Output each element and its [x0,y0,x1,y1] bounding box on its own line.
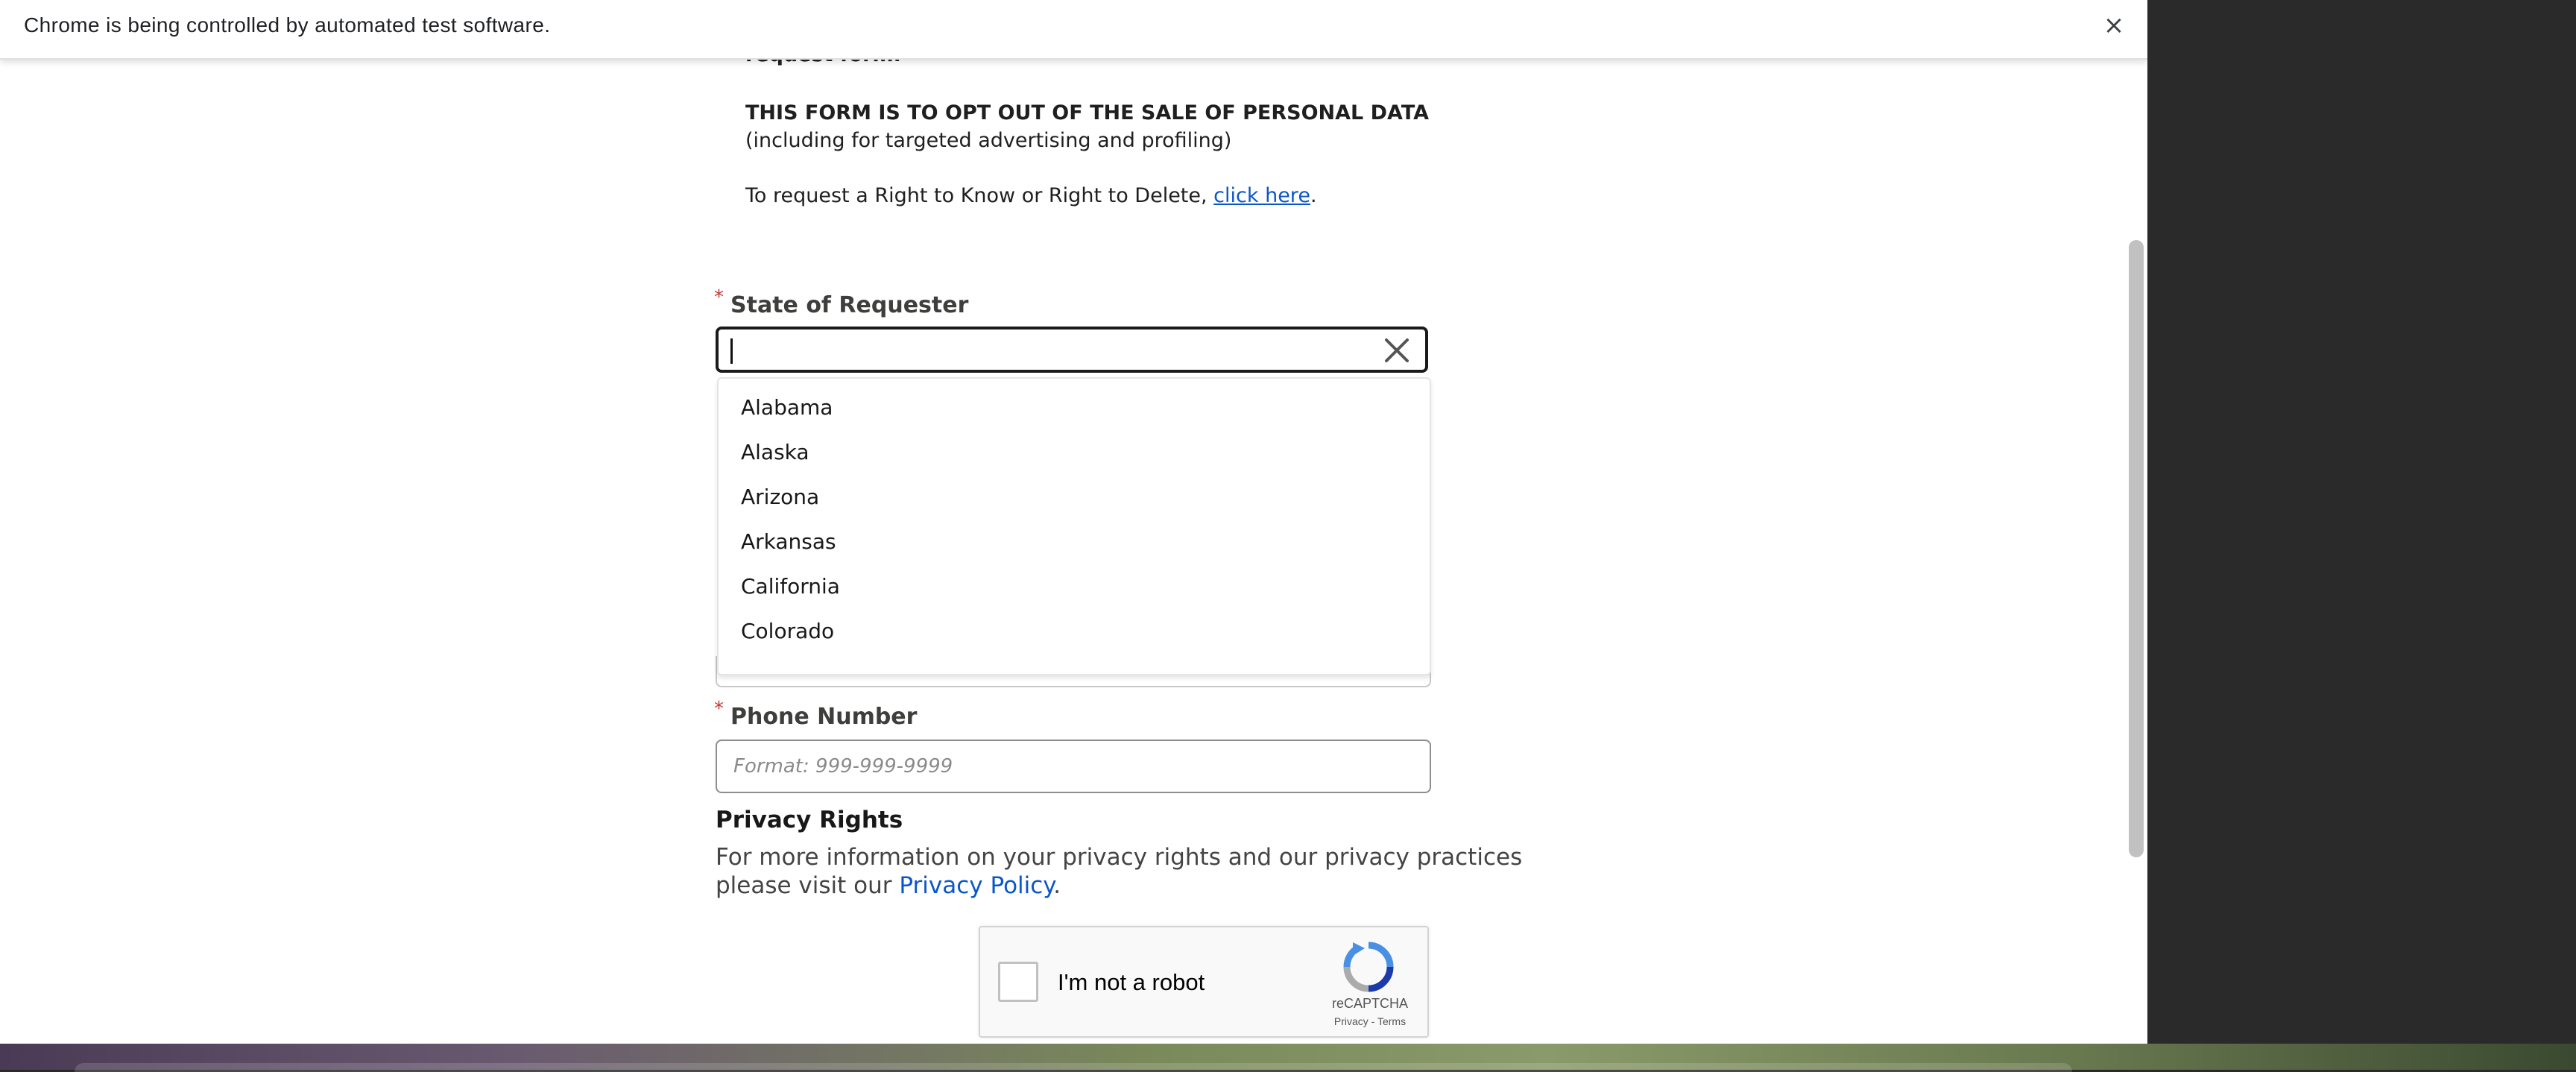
scrollbar-thumb[interactable] [2129,240,2144,857]
state-option-california[interactable]: California [741,574,840,599]
state-label: State of Requester [730,292,969,318]
privacy-line-1: For more information on your privacy rig… [716,844,1523,871]
privacy-line-2: please visit our Privacy Policy. [716,872,1061,899]
recaptcha-terms-link[interactable]: Terms [1377,1015,1406,1027]
state-option-colorado[interactable]: Colorado [741,619,834,643]
request-suffix: . [1310,184,1317,207]
recaptcha-terms: Privacy - Terms [1322,1015,1418,1027]
recaptcha-checkbox[interactable] [998,962,1038,1002]
phone-label: Phone Number [730,704,918,730]
privacy-rights-title: Privacy Rights [716,807,903,833]
state-option-alaska[interactable]: Alaska [741,440,809,464]
automation-infobar: Chrome is being controlled by automated … [0,0,2147,60]
state-combobox[interactable] [716,327,1428,373]
state-option-arizona[interactable]: Arizona [741,485,819,509]
privacy-policy-link[interactable]: Privacy Policy [899,872,1053,899]
request-prefix: To request a Right to Know or Right to D… [745,184,1214,207]
recaptcha-brand: reCAPTCHA [1331,996,1408,1011]
state-option-alabama[interactable]: Alabama [741,395,833,420]
privacy-line-suffix: . [1053,872,1061,899]
state-option-arkansas[interactable]: Arkansas [741,529,836,554]
required-marker: * [714,698,724,720]
clear-icon[interactable] [1382,335,1412,365]
recaptcha-separator: - [1368,1015,1377,1027]
request-line: To request a Right to Know or Right to D… [745,184,1317,207]
optout-subtext: (including for targeted advertising and … [745,129,1232,152]
infobar-message: Chrome is being controlled by automated … [24,13,551,37]
close-icon[interactable]: × [2100,12,2127,39]
text-cursor [730,338,733,364]
page-content: request form. THIS FORM IS TO OPT OUT OF… [0,0,2147,1062]
recaptcha-privacy-link[interactable]: Privacy [1334,1015,1368,1027]
phone-input[interactable] [716,740,1431,793]
browser-window: request form. THIS FORM IS TO OPT OUT OF… [0,0,2147,1062]
recaptcha-logo-icon [1342,941,1395,993]
required-marker: * [714,286,724,309]
click-here-link[interactable]: click here [1213,184,1310,207]
state-options-listbox: Alabama Alaska Arizona Arkansas Californ… [717,377,1431,675]
recaptcha-label: I'm not a robot [1058,969,1205,995]
recaptcha-widget: I'm not a robot reCAPTCHA Privacy - Term… [979,926,1429,1038]
background-window-edge [75,1063,2072,1072]
privacy-line-prefix: please visit our [716,872,900,899]
optout-heading: THIS FORM IS TO OPT OUT OF THE SALE OF P… [745,101,1430,124]
